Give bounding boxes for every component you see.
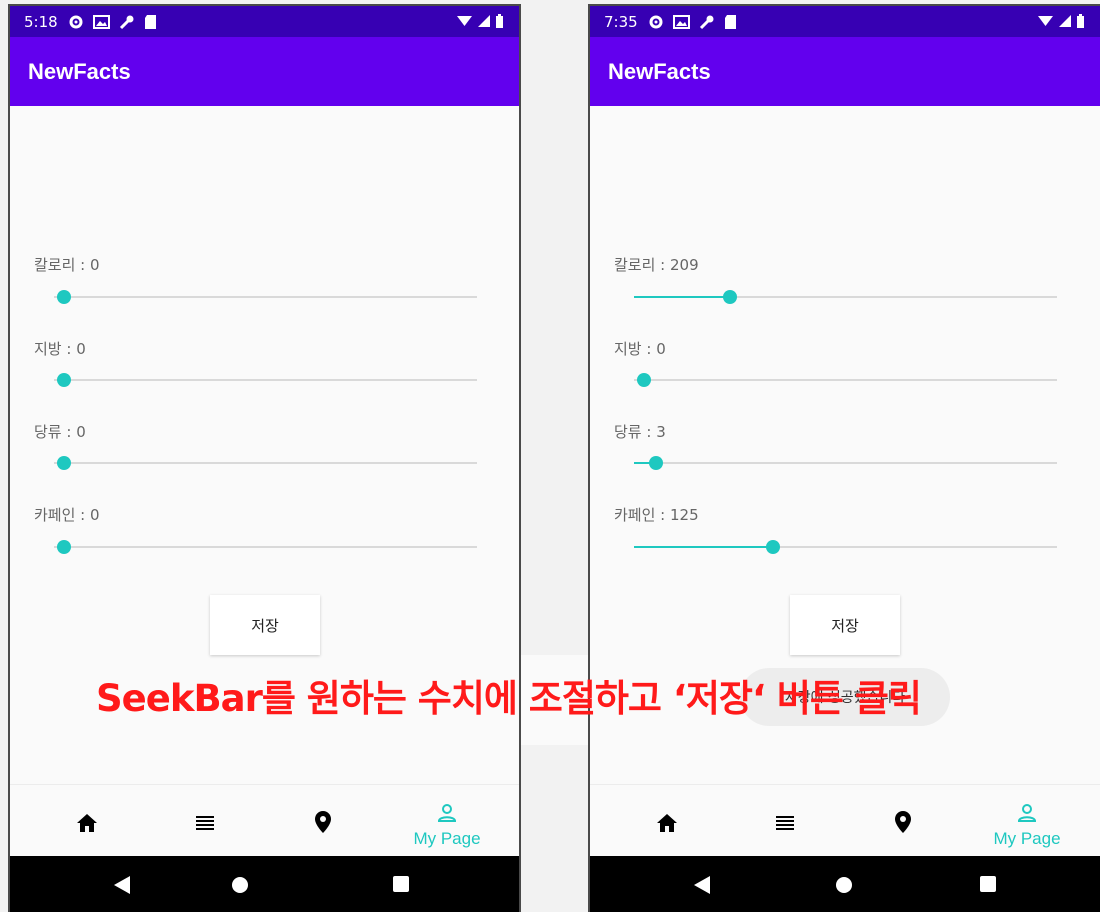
caffeine-seekbar-thumb[interactable]: [57, 540, 71, 554]
recents-icon[interactable]: [393, 876, 409, 892]
list-icon: [196, 816, 214, 830]
nav-mypage[interactable]: My Page: [392, 785, 502, 857]
gallery-icon: [672, 14, 690, 29]
status-time: 7:35: [604, 12, 638, 31]
bottom-navigation: My Page: [10, 784, 519, 857]
fat-seekbar[interactable]: [54, 373, 477, 387]
calorie-label: 칼로리 : 209: [614, 256, 699, 274]
gallery-icon: [92, 14, 110, 29]
calorie-seekbar-thumb[interactable]: [57, 290, 71, 304]
sugar-seekbar[interactable]: [54, 456, 477, 470]
home-icon: [77, 814, 97, 832]
nav-list[interactable]: [150, 785, 260, 857]
battery-icon: [1077, 14, 1084, 28]
nav-mypage[interactable]: My Page: [972, 785, 1082, 857]
caffeine-seekbar[interactable]: [634, 540, 1057, 554]
caffeine-seekbar[interactable]: [54, 540, 477, 554]
fat-seekbar-thumb[interactable]: [57, 373, 71, 387]
location-pin-icon: [315, 811, 331, 833]
nav-location[interactable]: [268, 785, 378, 857]
nav-mypage-label: My Page: [413, 829, 481, 848]
instruction-caption: SeekBar를 원하는 수치에 조절하고 ‘저장‘ 버튼 클릭: [96, 677, 922, 720]
settings-icon: [69, 15, 83, 28]
save-button[interactable]: 저장: [210, 595, 320, 655]
signal-icon: [478, 15, 490, 27]
back-icon[interactable]: [114, 876, 130, 894]
caffeine-seekbar-thumb[interactable]: [766, 540, 781, 554]
nav-mypage-label: My Page: [993, 829, 1061, 848]
android-navigation-bar: [10, 856, 519, 912]
person-icon: [437, 804, 457, 822]
right-phone-screen: 7:35 NewFacts 칼로리 : 209 지방 : 0 당류 : 3 카페…: [588, 4, 1100, 912]
wrench-icon: [699, 15, 714, 29]
sugar-seekbar-thumb[interactable]: [649, 456, 664, 470]
nav-home[interactable]: [612, 785, 722, 857]
caffeine-label: 카페인 : 125: [614, 506, 699, 524]
app-title: NewFacts: [608, 58, 711, 84]
nav-home[interactable]: [32, 785, 142, 857]
signal-icon: [1059, 15, 1071, 27]
sugar-label: 당류 : 3: [614, 423, 666, 441]
app-bar: NewFacts: [10, 37, 519, 106]
location-pin-icon: [895, 811, 911, 833]
recents-icon[interactable]: [980, 876, 996, 892]
fat-seekbar[interactable]: [634, 373, 1057, 387]
sugar-label: 당류 : 0: [34, 423, 86, 441]
calorie-seekbar[interactable]: [634, 290, 1057, 304]
fat-label: 지방 : 0: [34, 340, 86, 358]
wifi-icon: [457, 16, 472, 26]
status-time: 5:18: [24, 12, 58, 31]
android-navigation-bar: [590, 856, 1100, 912]
fat-seekbar-thumb[interactable]: [637, 373, 651, 387]
back-icon[interactable]: [694, 876, 710, 894]
app-bar: NewFacts: [590, 37, 1100, 106]
home-button-icon[interactable]: [835, 876, 853, 894]
home-button-icon[interactable]: [231, 876, 249, 894]
save-button[interactable]: 저장: [790, 595, 900, 655]
nav-location[interactable]: [848, 785, 958, 857]
bottom-navigation: My Page: [590, 784, 1100, 857]
wifi-icon: [1038, 16, 1053, 26]
calorie-label: 칼로리 : 0: [34, 256, 100, 274]
status-bar: 7:35: [590, 6, 1100, 37]
calorie-seekbar-thumb[interactable]: [723, 290, 738, 304]
settings-icon: [649, 15, 663, 28]
battery-icon: [496, 14, 503, 28]
person-icon: [1017, 804, 1037, 822]
sd-card-icon: [724, 14, 736, 29]
sugar-seekbar[interactable]: [634, 456, 1057, 470]
caffeine-label: 카페인 : 0: [34, 506, 100, 524]
status-bar: 5:18: [10, 6, 519, 37]
wrench-icon: [119, 15, 134, 29]
sd-card-icon: [144, 14, 156, 29]
app-title: NewFacts: [28, 58, 131, 84]
left-phone-screen: 5:18 NewFacts 칼로리 : 0 지방 : 0 당류 : 0 카페인 …: [8, 4, 521, 912]
sugar-seekbar-thumb[interactable]: [57, 456, 71, 470]
calorie-seekbar[interactable]: [54, 290, 477, 304]
nav-list[interactable]: [730, 785, 840, 857]
list-icon: [776, 816, 794, 830]
home-icon: [657, 814, 677, 832]
fat-label: 지방 : 0: [614, 340, 666, 358]
